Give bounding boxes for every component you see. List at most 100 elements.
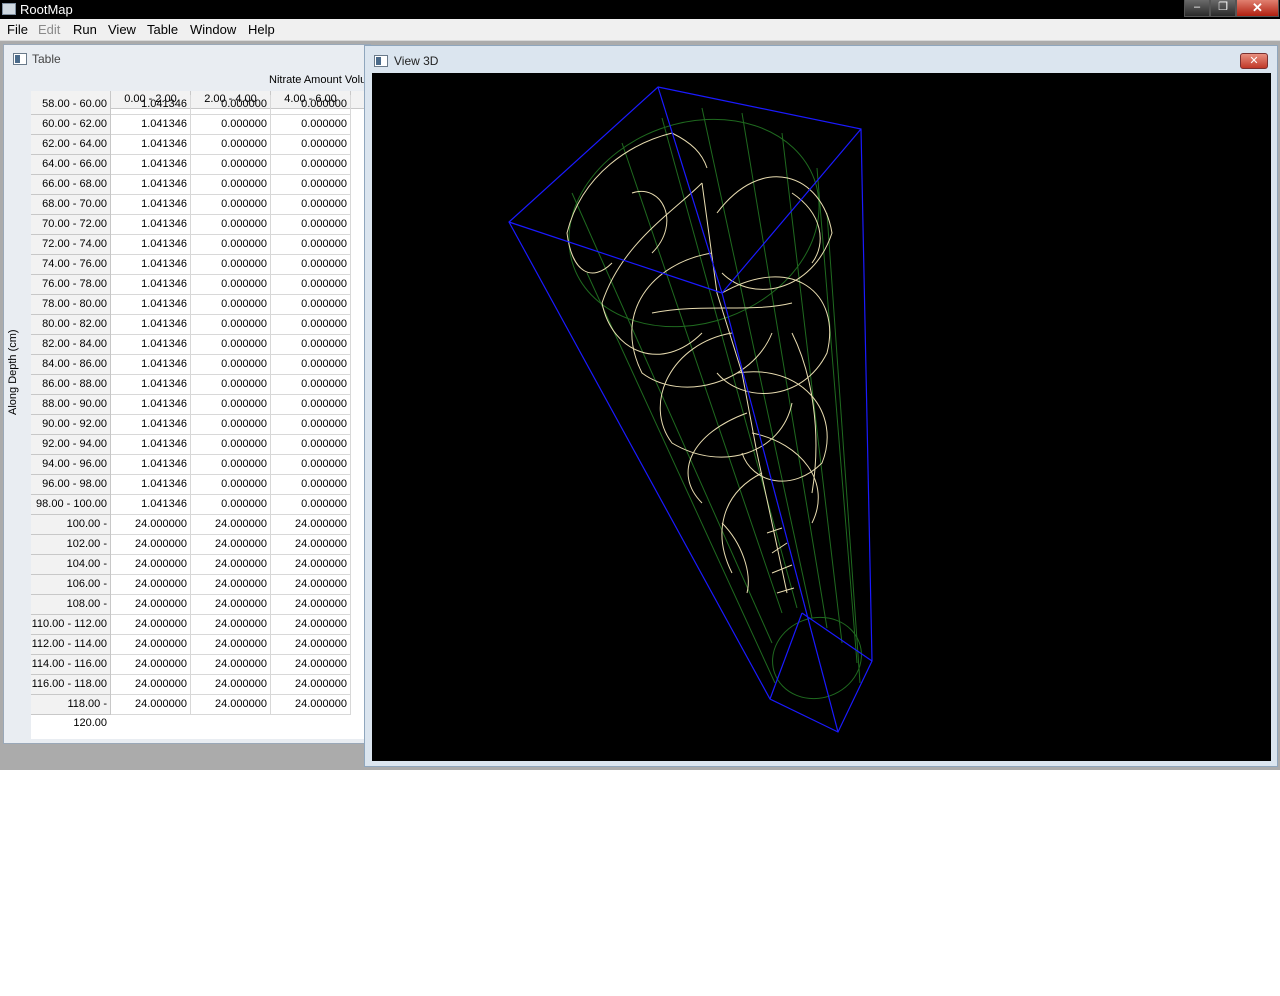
row-header[interactable]: 66.00 - 68.00: [31, 175, 111, 195]
table-cell[interactable]: 24.000000: [191, 655, 271, 675]
row-header[interactable]: 98.00 - 100.00: [31, 495, 111, 515]
table-cell[interactable]: 24.000000: [271, 675, 351, 695]
table-cell[interactable]: 24.000000: [271, 515, 351, 535]
table-cell[interactable]: 24.000000: [111, 695, 191, 715]
row-header[interactable]: 108.00 - 110.00: [31, 595, 111, 629]
menu-file[interactable]: File: [7, 22, 28, 37]
table-cell[interactable]: 0.000000: [191, 255, 271, 275]
table-cell[interactable]: 0.000000: [271, 275, 351, 295]
table-cell[interactable]: 24.000000: [111, 635, 191, 655]
table-cell[interactable]: 1.041346: [111, 135, 191, 155]
table-cell[interactable]: 0.000000: [271, 295, 351, 315]
table-cell[interactable]: 24.000000: [271, 575, 351, 595]
table-cell[interactable]: 0.000000: [191, 495, 271, 515]
table-cell[interactable]: 0.000000: [271, 455, 351, 475]
table-cell[interactable]: 24.000000: [271, 595, 351, 615]
row-header[interactable]: 58.00 - 60.00: [31, 95, 111, 115]
table-cell[interactable]: 24.000000: [111, 595, 191, 615]
row-header[interactable]: 100.00 - 102.00: [31, 515, 111, 549]
table-cell[interactable]: 0.000000: [191, 135, 271, 155]
row-header[interactable]: 64.00 - 66.00: [31, 155, 111, 175]
table-cell[interactable]: 0.000000: [191, 375, 271, 395]
table-cell[interactable]: 1.041346: [111, 215, 191, 235]
table-cell[interactable]: 1.041346: [111, 395, 191, 415]
row-header[interactable]: 90.00 - 92.00: [31, 415, 111, 435]
table-cell[interactable]: 1.041346: [111, 175, 191, 195]
table-cell[interactable]: 0.000000: [191, 315, 271, 335]
table-cell[interactable]: 24.000000: [191, 535, 271, 555]
view3d-close-button[interactable]: ✕: [1240, 53, 1268, 69]
close-button[interactable]: ✕: [1236, 0, 1279, 17]
row-header[interactable]: 112.00 - 114.00: [31, 635, 111, 655]
table-cell[interactable]: 0.000000: [191, 335, 271, 355]
table-cell[interactable]: 1.041346: [111, 295, 191, 315]
table-cell[interactable]: 0.000000: [271, 415, 351, 435]
table-cell[interactable]: 0.000000: [191, 355, 271, 375]
row-header[interactable]: 88.00 - 90.00: [31, 395, 111, 415]
table-cell[interactable]: 24.000000: [111, 535, 191, 555]
table-cell[interactable]: 24.000000: [271, 535, 351, 555]
table-cell[interactable]: 24.000000: [191, 635, 271, 655]
row-header[interactable]: 114.00 - 116.00: [31, 655, 111, 675]
table-cell[interactable]: 0.000000: [271, 135, 351, 155]
table-cell[interactable]: 0.000000: [271, 335, 351, 355]
table-cell[interactable]: 1.041346: [111, 435, 191, 455]
table-cell[interactable]: 1.041346: [111, 235, 191, 255]
row-header[interactable]: 78.00 - 80.00: [31, 295, 111, 315]
view3d-window[interactable]: View 3D ✕: [364, 45, 1278, 767]
menu-run[interactable]: Run: [73, 22, 97, 37]
table-cell[interactable]: 1.041346: [111, 155, 191, 175]
data-table[interactable]: 0.00 - 2.00 2.00 - 4.00 4.00 - 6.00 58.0…: [31, 91, 370, 739]
minimize-button[interactable]: –: [1184, 0, 1210, 17]
table-cell[interactable]: 24.000000: [271, 615, 351, 635]
row-header[interactable]: 62.00 - 64.00: [31, 135, 111, 155]
row-header[interactable]: 96.00 - 98.00: [31, 475, 111, 495]
table-cell[interactable]: 0.000000: [191, 155, 271, 175]
table-cell[interactable]: 1.041346: [111, 495, 191, 515]
table-cell[interactable]: 24.000000: [191, 695, 271, 715]
row-header[interactable]: 116.00 - 118.00: [31, 675, 111, 695]
table-cell[interactable]: 24.000000: [111, 515, 191, 535]
table-cell[interactable]: 24.000000: [111, 615, 191, 635]
row-header[interactable]: 104.00 - 106.00: [31, 555, 111, 589]
row-header[interactable]: 92.00 - 94.00: [31, 435, 111, 455]
row-header[interactable]: 94.00 - 96.00: [31, 455, 111, 475]
table-cell[interactable]: 1.041346: [111, 415, 191, 435]
table-cell[interactable]: 24.000000: [191, 615, 271, 635]
table-cell[interactable]: 0.000000: [271, 315, 351, 335]
table-cell[interactable]: 24.000000: [271, 635, 351, 655]
table-cell[interactable]: 1.041346: [111, 375, 191, 395]
row-header[interactable]: 74.00 - 76.00: [31, 255, 111, 275]
table-cell[interactable]: 1.041346: [111, 115, 191, 135]
table-cell[interactable]: 0.000000: [271, 355, 351, 375]
table-cell[interactable]: 0.000000: [271, 215, 351, 235]
row-header[interactable]: 86.00 - 88.00: [31, 375, 111, 395]
table-cell[interactable]: 1.041346: [111, 95, 191, 115]
table-cell[interactable]: 0.000000: [271, 235, 351, 255]
table-cell[interactable]: 0.000000: [191, 115, 271, 135]
table-cell[interactable]: 0.000000: [191, 395, 271, 415]
table-cell[interactable]: 0.000000: [191, 175, 271, 195]
table-cell[interactable]: 0.000000: [271, 155, 351, 175]
row-header[interactable]: 84.00 - 86.00: [31, 355, 111, 375]
table-cell[interactable]: 0.000000: [271, 195, 351, 215]
table-cell[interactable]: 24.000000: [271, 695, 351, 715]
table-cell[interactable]: 0.000000: [271, 375, 351, 395]
table-cell[interactable]: 24.000000: [271, 655, 351, 675]
table-cell[interactable]: 24.000000: [191, 575, 271, 595]
row-header[interactable]: 118.00 - 120.00: [31, 695, 111, 729]
table-cell[interactable]: 0.000000: [191, 195, 271, 215]
table-cell[interactable]: 1.041346: [111, 355, 191, 375]
table-cell[interactable]: 1.041346: [111, 275, 191, 295]
table-cell[interactable]: 0.000000: [191, 235, 271, 255]
table-cell[interactable]: 1.041346: [111, 195, 191, 215]
row-header[interactable]: 68.00 - 70.00: [31, 195, 111, 215]
menu-window[interactable]: Window: [190, 22, 236, 37]
menu-view[interactable]: View: [108, 22, 136, 37]
table-cell[interactable]: 0.000000: [191, 415, 271, 435]
table-cell[interactable]: 24.000000: [111, 555, 191, 575]
table-cell[interactable]: 1.041346: [111, 455, 191, 475]
table-cell[interactable]: 24.000000: [111, 655, 191, 675]
table-cell[interactable]: 0.000000: [271, 435, 351, 455]
table-cell[interactable]: 1.041346: [111, 475, 191, 495]
